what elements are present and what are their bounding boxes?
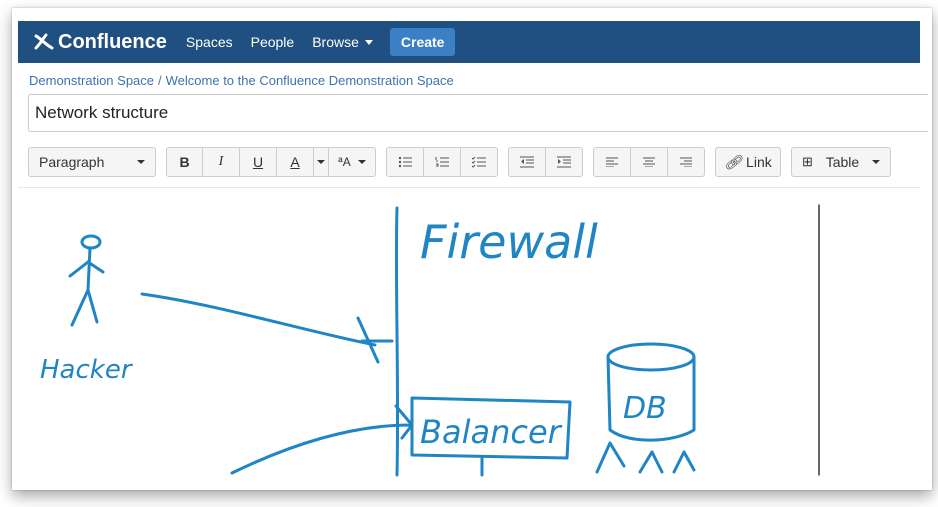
balancer-arrow xyxy=(230,404,414,475)
attack-arrow xyxy=(140,292,394,364)
drawing-canvas[interactable]: Hacker Firewall Balancer DB xyxy=(0,0,938,507)
hacker-label: Hacker xyxy=(40,355,134,385)
firewall-line xyxy=(394,206,400,477)
firewall-label: Firewall xyxy=(420,215,598,269)
hacker-figure xyxy=(68,234,105,327)
balancer-label: Balancer xyxy=(420,413,563,451)
db-label: DB xyxy=(623,391,667,426)
